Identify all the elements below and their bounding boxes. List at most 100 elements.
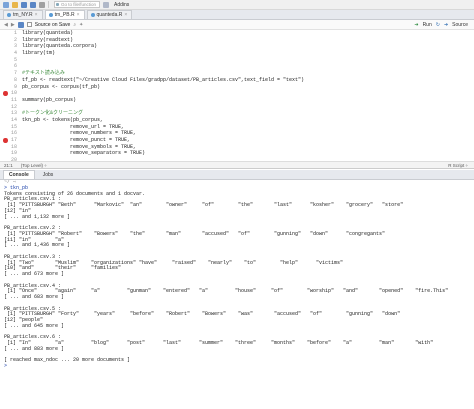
line-number[interactable]: 13 bbox=[0, 110, 20, 117]
line-number[interactable]: 15 bbox=[0, 124, 20, 131]
breakpoint-icon[interactable] bbox=[3, 138, 8, 143]
line-number[interactable]: 9 bbox=[0, 84, 20, 91]
line-number[interactable]: 5 bbox=[0, 57, 20, 64]
console-tab-console[interactable]: Console bbox=[3, 170, 35, 179]
line-number[interactable]: 11 bbox=[0, 97, 20, 104]
code-line[interactable]: 5 bbox=[0, 57, 474, 64]
close-tab-icon[interactable]: × bbox=[35, 11, 38, 19]
code-line[interactable]: 9 pb_corpus <- corpus(tf_pb) bbox=[0, 84, 474, 91]
code-text: #テキスト読み込み bbox=[22, 70, 65, 77]
code-text: summary(pb_corpus) bbox=[22, 96, 77, 103]
console-line: [1] "In" "a" "blog" "post" "last" "summe… bbox=[4, 340, 434, 346]
editor-tabs: tm_NY.R × tm_PB.R × quanteda.R × bbox=[0, 10, 474, 20]
scope-selector[interactable]: (Top Level) ÷ bbox=[21, 163, 47, 168]
code-line[interactable]: 8 tf_pb <- readtext("~/Creative Cloud Fil… bbox=[0, 77, 474, 84]
code-text: remove_numbers = TRUE, bbox=[22, 130, 137, 137]
editor-statusbar: 21:1 (Top Level) ÷ R Script ÷ bbox=[0, 161, 474, 169]
source-on-save-label: Source on Save bbox=[34, 21, 71, 28]
run-icon: ➜ bbox=[414, 21, 419, 28]
search-icon[interactable]: ⌕ bbox=[73, 22, 76, 28]
run-button[interactable]: Run bbox=[423, 22, 432, 28]
code-line[interactable]: 6 bbox=[0, 63, 474, 70]
code-text: #トークン化&クリーニング bbox=[22, 110, 84, 117]
code-text: pb_corpus <- corpus(tf_pb) bbox=[22, 83, 101, 90]
code-line[interactable]: 3 library(quanteda.corpora) bbox=[0, 43, 474, 50]
close-tab-icon[interactable]: × bbox=[124, 11, 127, 19]
line-number[interactable]: 14 bbox=[0, 117, 20, 124]
console-line: [1] "Once" "again" "a" "gunman" "entered… bbox=[4, 288, 449, 295]
code-line[interactable]: 2 library(readtext) bbox=[0, 37, 474, 44]
line-number[interactable]: 16 bbox=[0, 130, 20, 137]
line-number[interactable]: 17 bbox=[0, 137, 20, 144]
console-tab-jobs[interactable]: Jobs bbox=[37, 170, 60, 179]
code-line[interactable]: 11 summary(pb_corpus) bbox=[0, 97, 474, 104]
line-number[interactable]: 4 bbox=[0, 50, 20, 57]
toolbar-divider bbox=[48, 1, 49, 8]
line-number[interactable]: 6 bbox=[0, 63, 20, 70]
code-text: library(readtext) bbox=[22, 36, 74, 43]
new-file-icon[interactable] bbox=[3, 1, 9, 8]
editor-tab[interactable]: tm_PB.R × bbox=[44, 10, 85, 19]
code-line[interactable]: 10 bbox=[0, 90, 474, 97]
editor-toolbar: ◀ ▶ Source on Save ⌕ ✦ ➜ Run ↻ ➜ Source bbox=[0, 20, 474, 30]
addins-menu[interactable]: Addins bbox=[114, 2, 129, 8]
line-number[interactable]: 8 bbox=[0, 77, 20, 84]
code-line[interactable]: 7 #テキスト読み込み bbox=[0, 70, 474, 77]
console-output[interactable]: ~/ ⇨ > tkn_pb Tokens consisting of 26 docu… bbox=[0, 180, 474, 409]
main-toolbar: Go to file/function Addins bbox=[0, 0, 474, 10]
tab-label: quanteda.R bbox=[96, 12, 123, 18]
close-tab-icon[interactable]: × bbox=[77, 11, 80, 19]
r-file-icon bbox=[48, 13, 53, 17]
goto-file-input[interactable]: Go to file/function bbox=[54, 1, 100, 8]
save-icon[interactable] bbox=[21, 1, 27, 8]
code-text: library(tm) bbox=[22, 50, 56, 57]
wand-icon[interactable]: ✦ bbox=[79, 22, 83, 28]
line-number[interactable]: 2 bbox=[0, 37, 20, 44]
r-file-icon bbox=[7, 13, 11, 17]
line-number[interactable]: 12 bbox=[0, 104, 20, 111]
code-text: tf_pb <- readtext("~/Creative Cloud File… bbox=[22, 76, 305, 83]
line-number[interactable]: 19 bbox=[0, 150, 20, 157]
save-icon[interactable] bbox=[17, 21, 24, 28]
code-line[interactable]: 14 tkn_pb <- tokens(pb_corpus, bbox=[0, 117, 474, 124]
open-file-icon[interactable] bbox=[12, 1, 18, 8]
editor-tab[interactable]: quanteda.R × bbox=[86, 10, 133, 19]
source-button[interactable]: Source bbox=[452, 22, 468, 28]
editor-tab[interactable]: tm_NY.R × bbox=[3, 10, 43, 19]
code-text: library(quanteda.corpora) bbox=[22, 43, 98, 50]
print-icon[interactable] bbox=[39, 1, 45, 8]
line-number[interactable]: 7 bbox=[0, 70, 20, 77]
code-text: tkn_pb <- tokens(pb_corpus, bbox=[22, 116, 104, 123]
code-text: remove_punct = TRUE, bbox=[22, 137, 131, 143]
code-text: remove_url = TRUE, bbox=[22, 123, 125, 130]
code-editor[interactable]: 1 library(quanteda) 2 library(readtext) 3 lib… bbox=[0, 30, 474, 161]
code-line[interactable]: 1 library(quanteda) bbox=[0, 30, 474, 37]
back-arrow-icon[interactable]: ◀ bbox=[4, 22, 8, 28]
console-tabs: Console Jobs bbox=[0, 170, 474, 180]
line-number[interactable]: 18 bbox=[0, 144, 20, 151]
line-number[interactable]: 3 bbox=[0, 43, 20, 50]
line-number[interactable]: 1 bbox=[0, 30, 20, 37]
grid-icon[interactable] bbox=[103, 1, 109, 8]
source-on-save-checkbox[interactable] bbox=[26, 22, 32, 27]
tab-label: tm_PB.R bbox=[54, 12, 75, 18]
cursor-position: 21:1 bbox=[4, 162, 13, 168]
filetype-selector[interactable]: R Script ÷ bbox=[448, 163, 474, 168]
code-line[interactable]: 19 remove_separators = TRUE) bbox=[0, 150, 474, 157]
breakpoint-icon[interactable] bbox=[3, 91, 8, 96]
code-line[interactable]: 4 library(tm) bbox=[0, 50, 474, 57]
code-line[interactable]: 17 remove_punct = TRUE, bbox=[0, 137, 474, 144]
code-line[interactable]: 15 remove_url = TRUE, bbox=[0, 124, 474, 131]
save-all-icon[interactable] bbox=[30, 1, 36, 8]
console-line: > bbox=[4, 363, 8, 369]
code-line[interactable]: 13 #トークン化&クリーニング bbox=[0, 110, 474, 117]
line-number[interactable]: 10 bbox=[0, 90, 20, 97]
code-line[interactable]: 16 remove_numbers = TRUE, bbox=[0, 130, 474, 137]
rerun-icon[interactable]: ↻ bbox=[436, 22, 440, 28]
source-icon: ➜ bbox=[443, 21, 449, 28]
r-file-icon bbox=[90, 13, 95, 17]
code-text: remove_symbols = TRUE, bbox=[22, 143, 137, 150]
forward-arrow-icon[interactable]: ▶ bbox=[11, 22, 15, 28]
code-line[interactable]: 18 remove_symbols = TRUE, bbox=[0, 144, 474, 151]
